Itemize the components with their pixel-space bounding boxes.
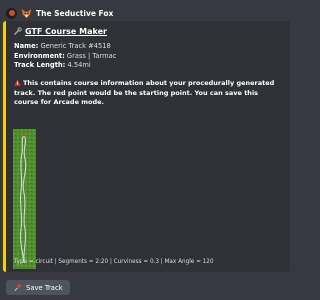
message-container: The Seductive Fox GTF Course Maker Name:…: [0, 0, 300, 300]
embed-title-row: GTF Course Maker: [13, 27, 107, 36]
field-environment: Environment: Grass | Tarmac: [14, 52, 116, 62]
field-value: Generic Track #4518: [40, 42, 111, 50]
save-track-button[interactable]: Save Track: [6, 280, 70, 295]
message-header: The Seductive Fox: [6, 6, 294, 20]
field-label: Track Length:: [14, 61, 66, 70]
field-value: 4.54mi: [67, 61, 91, 70]
field-label: Environment:: [14, 51, 65, 60]
embed-title[interactable]: GTF Course Maker: [25, 27, 107, 36]
embed-description: This contains course information about y…: [14, 79, 284, 108]
info-icon: [14, 79, 21, 86]
username[interactable]: The Seductive Fox: [36, 9, 113, 18]
start-point-marker: [22, 133, 26, 137]
save-track-label: Save Track: [26, 283, 63, 292]
avatar-icon: [8, 10, 15, 16]
course-fields: Name: Generic Track #4518 Environment: G…: [14, 42, 116, 71]
track-map-image[interactable]: [13, 129, 36, 269]
field-track-length: Track Length: 4.54mi: [14, 61, 116, 71]
course-embed: GTF Course Maker Name: Generic Track #45…: [3, 21, 290, 272]
field-name: Name: Generic Track #4518: [14, 42, 116, 52]
avatar[interactable]: [6, 7, 17, 19]
field-label: Name:: [14, 42, 39, 50]
fox-icon: [21, 8, 32, 18]
wrench-icon: [14, 27, 22, 35]
field-value: Grass | Tarmac: [66, 51, 117, 60]
description-text: This contains course information about y…: [14, 79, 275, 107]
track-params: Type = circuit | Segments = 2:20 | Curvi…: [14, 259, 214, 265]
pushpin-icon: [14, 283, 22, 291]
